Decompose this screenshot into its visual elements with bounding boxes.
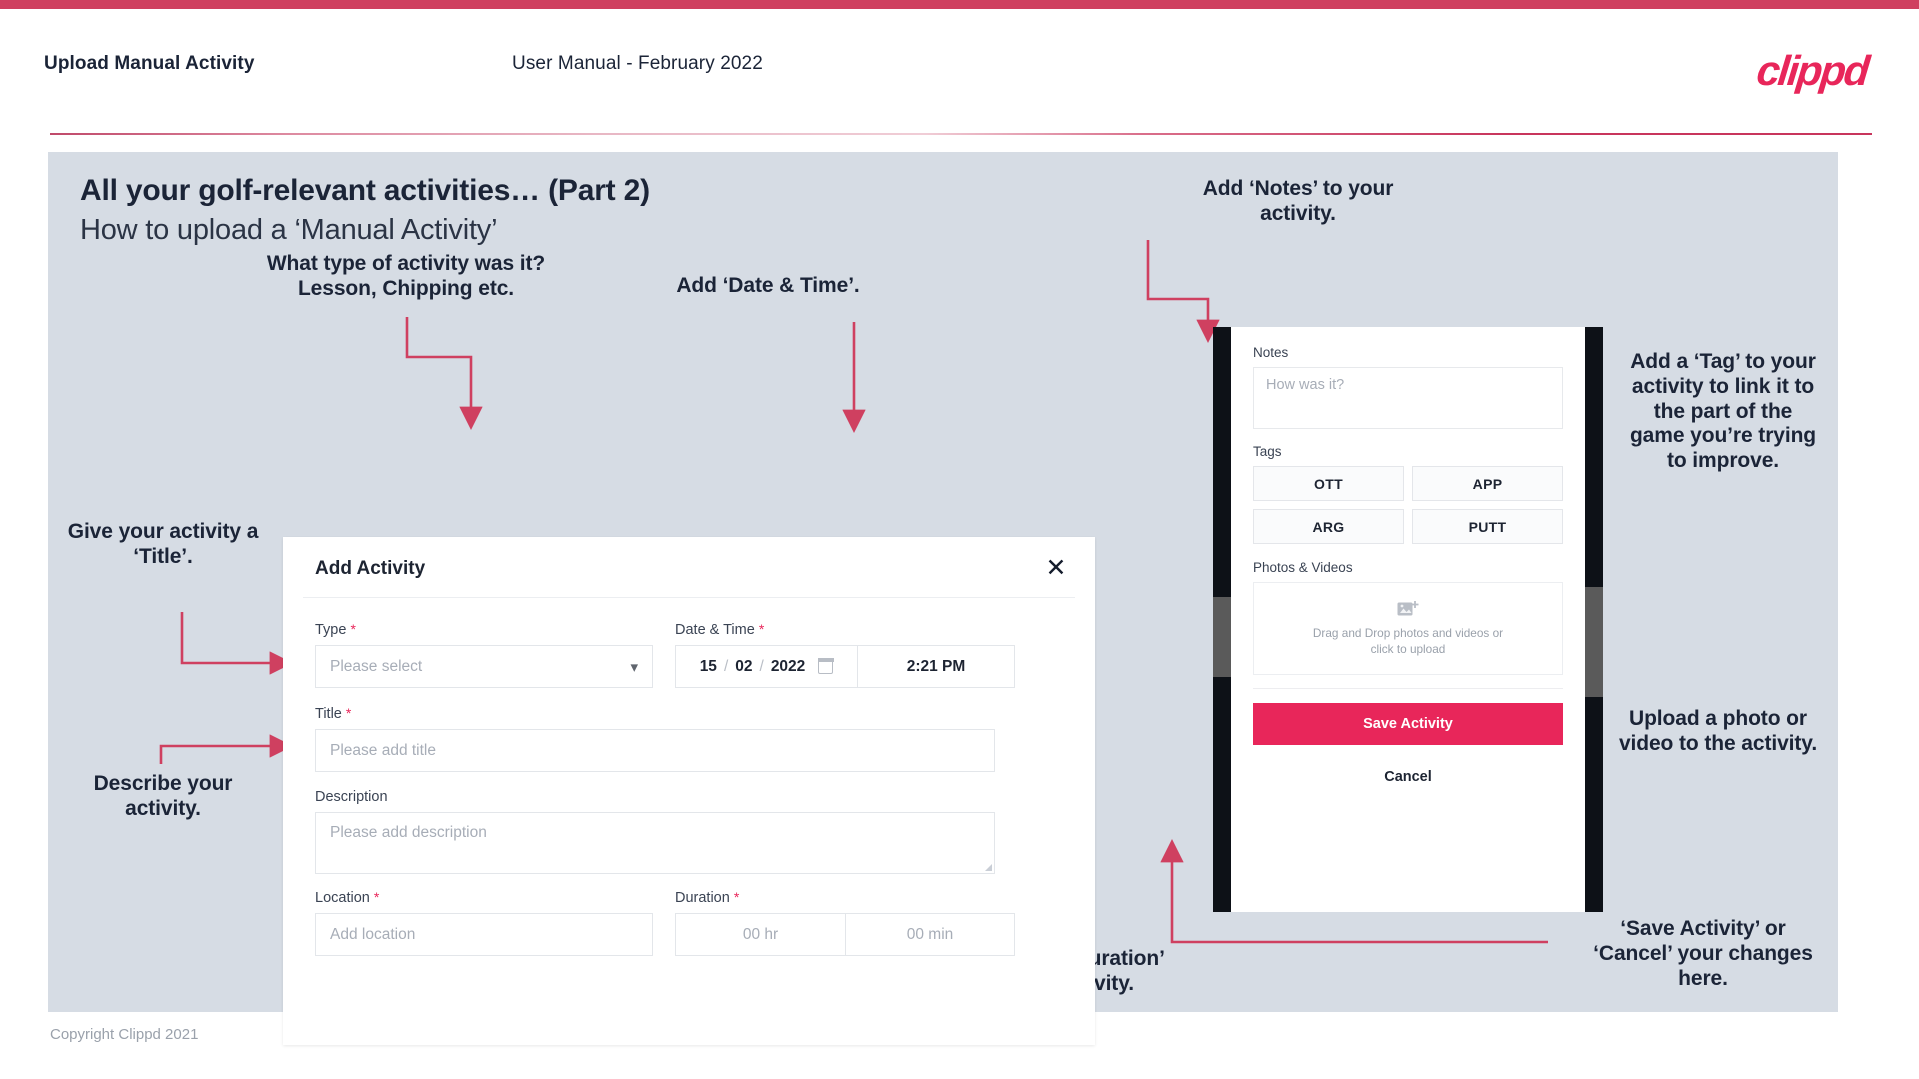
- description-placeholder: Please add description: [330, 824, 487, 841]
- field-description: Description Please add description: [315, 789, 1063, 874]
- field-type: Type * Please select ▾: [315, 621, 653, 688]
- duration-minutes-placeholder: 00 min: [906, 925, 954, 943]
- phone-screen: Notes How was it? Tags OTT APP ARG PUTT …: [1231, 327, 1585, 912]
- required-marker: *: [345, 705, 352, 721]
- annotation-save-cancel: ‘Save Activity’ or ‘Cancel’ your changes h…: [1593, 917, 1813, 990]
- duration-group: 00 hr 00 min: [675, 913, 1015, 956]
- description-label: Description: [315, 789, 388, 805]
- phone-frame-right: [1585, 327, 1603, 912]
- phone-side-button-left: [1213, 597, 1231, 677]
- required-marker: *: [758, 621, 765, 637]
- phone-side-button-right: [1585, 587, 1603, 697]
- annotation-date-time: Add ‘Date & Time’.: [676, 274, 860, 297]
- annotation-description: Describe your activity.: [93, 772, 233, 820]
- required-marker: *: [350, 621, 356, 637]
- clippd-logo: clippd: [1754, 47, 1870, 94]
- dialog-body: Type * Please select ▾ Date & Time * 15 …: [283, 599, 1095, 1045]
- field-date-time: Date & Time * 15 / 02 / 2022 2:21 PM: [675, 621, 1015, 688]
- description-textarea[interactable]: Please add description: [315, 812, 995, 874]
- date-sep-1: /: [723, 657, 729, 675]
- save-activity-button[interactable]: Save Activity: [1253, 703, 1563, 745]
- field-duration: Duration * 00 hr 00 min: [675, 889, 1015, 956]
- page-subtitle: How to upload a ‘Manual Activity’: [80, 214, 498, 246]
- annotation-notes: Add ‘Notes’ to your activity.: [1202, 177, 1394, 225]
- date-sep-2: /: [759, 657, 764, 675]
- required-marker: *: [373, 889, 380, 905]
- tag-button-ott[interactable]: OTT: [1253, 466, 1404, 501]
- location-placeholder: Add location: [330, 925, 416, 943]
- page-title: All your golf-relevant activities… (Part…: [80, 174, 650, 207]
- required-marker: *: [733, 889, 740, 905]
- header-subtitle: User Manual - February 2022: [512, 53, 763, 74]
- footer-copyright: Copyright Clippd 2021: [50, 1026, 199, 1043]
- add-activity-dialog: Add Activity ✕ Type * Please select ▾ Da…: [283, 537, 1095, 1045]
- title-placeholder: Please add title: [330, 741, 436, 759]
- tag-button-arg[interactable]: ARG: [1253, 509, 1404, 544]
- photo-upload-dropzone[interactable]: Drag and Drop photos and videos or click…: [1253, 582, 1563, 675]
- tags-label: Tags: [1253, 444, 1282, 459]
- type-placeholder: Please select: [330, 657, 423, 675]
- dialog-divider: [303, 597, 1075, 598]
- chevron-down-icon: ▾: [630, 658, 638, 676]
- date-year: 2022: [770, 657, 806, 675]
- row-location-duration: Location * Add location Duration * 00 hr…: [315, 889, 1063, 956]
- page-header: Upload Manual Activity User Manual - Feb…: [0, 9, 1919, 135]
- duration-minutes-input[interactable]: 00 min: [845, 913, 1015, 956]
- header-divider: [50, 133, 1872, 135]
- location-label: Location *: [315, 889, 380, 906]
- field-location: Location * Add location: [315, 889, 653, 956]
- photos-videos-label: Photos & Videos: [1253, 560, 1353, 575]
- annotation-type: What type of activity was it? Lesson, Chi…: [266, 252, 546, 300]
- date-input[interactable]: 15 / 02 / 2022: [675, 645, 857, 688]
- dialog-header: Add Activity ✕: [283, 537, 1095, 599]
- type-select[interactable]: Please select ▾: [315, 645, 653, 688]
- location-input[interactable]: Add location: [315, 913, 653, 956]
- photo-upload-hint-line2: click to upload: [1370, 641, 1446, 656]
- date-month: 02: [735, 657, 753, 675]
- notes-label: Notes: [1253, 345, 1289, 360]
- title-label: Title *: [315, 705, 352, 722]
- date-day: 15: [699, 657, 717, 675]
- annotation-tags: Add a ‘Tag’ to your activity to link it t…: [1629, 350, 1817, 473]
- phone-mockup: Notes How was it? Tags OTT APP ARG PUTT …: [1213, 327, 1603, 912]
- cancel-button[interactable]: Cancel: [1253, 769, 1563, 785]
- top-accent-bar: [0, 0, 1919, 9]
- date-time-label: Date & Time *: [675, 621, 765, 638]
- row-type-datetime: Type * Please select ▾ Date & Time * 15 …: [315, 621, 1063, 688]
- annotation-title: Give your activity a ‘Title’.: [67, 520, 259, 568]
- duration-label: Duration *: [675, 889, 740, 906]
- notes-placeholder: How was it?: [1266, 377, 1345, 393]
- add-image-icon: [1397, 600, 1419, 619]
- annotation-photos: Upload a photo or video to the activity.: [1618, 707, 1818, 755]
- close-icon[interactable]: ✕: [1041, 553, 1071, 583]
- duration-hours-input[interactable]: 00 hr: [675, 913, 845, 956]
- phone-divider: [1253, 688, 1563, 689]
- slide-panel: All your golf-relevant activities… (Part…: [48, 152, 1838, 1045]
- time-value: 2:21 PM: [906, 657, 966, 675]
- duration-hours-placeholder: 00 hr: [742, 925, 779, 943]
- phone-frame-left: [1213, 327, 1231, 912]
- notes-textarea[interactable]: How was it?: [1253, 367, 1563, 429]
- tag-button-putt[interactable]: PUTT: [1412, 509, 1563, 544]
- tag-button-app[interactable]: APP: [1412, 466, 1563, 501]
- field-title: Title * Please add title: [315, 705, 1063, 772]
- dialog-title: Add Activity: [315, 558, 426, 579]
- title-input[interactable]: Please add title: [315, 729, 995, 772]
- photo-upload-hint: Drag and Drop photos and videos or click…: [1313, 626, 1503, 658]
- phone-content: Notes How was it? Tags OTT APP ARG PUTT …: [1231, 327, 1585, 785]
- tags-grid: OTT APP ARG PUTT: [1253, 466, 1563, 544]
- header-title: Upload Manual Activity: [44, 53, 255, 74]
- calendar-icon[interactable]: [817, 658, 834, 674]
- photo-upload-hint-line1: Drag and Drop photos and videos or: [1312, 625, 1504, 640]
- type-label: Type *: [315, 621, 356, 638]
- time-input[interactable]: 2:21 PM: [857, 645, 1015, 688]
- date-time-group: 15 / 02 / 2022 2:21 PM: [675, 645, 1015, 688]
